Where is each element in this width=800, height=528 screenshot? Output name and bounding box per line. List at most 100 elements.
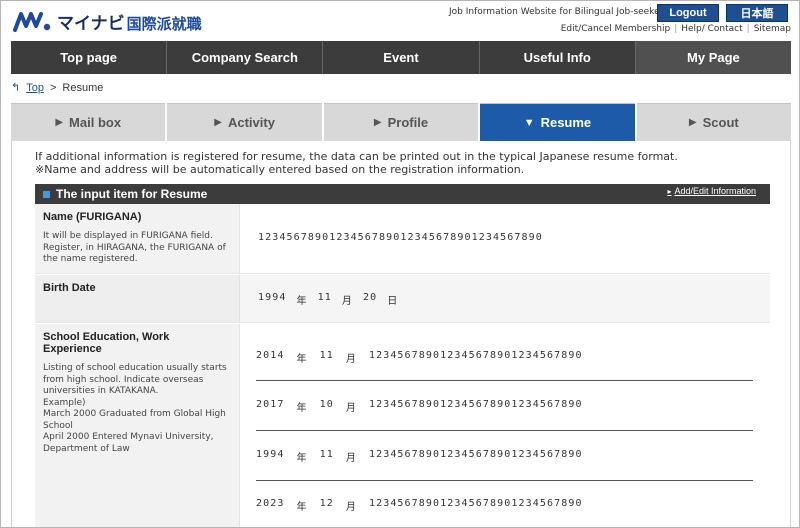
education-entry: 2017 年 10 月 1234567890123456789012345678… [256,399,583,414]
logo-name: マイナビ [57,14,125,33]
month-unit: 月 [345,354,357,365]
birth-month: 11 [317,292,332,303]
birth-date-value: 1994 年 11 月 20 日 [258,292,398,307]
japanese-language-button[interactable]: 日本語 [726,4,788,22]
education-entry: 2014 年 11 月 1234567890123456789012345678… [256,350,583,365]
nav-top-page[interactable]: Top page [11,41,168,74]
tab-scout[interactable]: ▶ Scout [636,103,792,141]
field-value-cell: 1994 年 11 月 20 日 [240,275,770,322]
entry-year: 2017 [256,399,285,410]
nav-event[interactable]: Event [323,41,480,74]
birth-date-row: Birth Date 1994 年 11 月 20 日 [35,275,770,323]
nav-useful-info[interactable]: Useful Info [480,41,636,74]
tab-profile[interactable]: ▶ Profile [323,103,479,141]
add-edit-label: Add/Edit Information [674,186,756,196]
year-unit: 年 [296,296,308,307]
month-unit: 月 [345,502,357,513]
name-furigana-row: Name (FURIGANA) It will be displayed in … [35,204,770,274]
entry-text: 123456789012345678901234567890 [368,498,583,509]
tab-label: Mail box [69,115,122,130]
nav-company-search[interactable]: Company Search [167,41,324,74]
description-line: April 2000 Entered Mynavi University, De… [43,432,214,454]
intro-line-2: ※Name and address will be automatically … [35,163,525,176]
section-header: The input item for Resume ▸ Add/Edit Info… [35,184,770,204]
tab-label: Profile [387,115,429,130]
description-line: Example) [43,397,86,408]
entry-year: 2014 [256,350,285,361]
intro-line-1: If additional information is registered … [35,150,678,163]
triangle-down-icon: ▼ [523,116,535,129]
help-contact-link[interactable]: Help/ Contact [681,24,742,34]
field-value-cell: 2014 年 11 月 1234567890123456789012345678… [240,324,770,527]
page-frame: マイナビ 国際派就職 Job Information Website for Bi… [0,0,800,528]
year-unit: 年 [296,502,308,513]
name-furigana-value: 1234567890123456789012345678901234567890 [258,232,543,243]
sitemap-link[interactable]: Sitemap [754,24,791,34]
description-line: Listing of school education usually star… [43,363,227,396]
field-label-cell: Name (FURIGANA) It will be displayed in … [35,204,240,273]
education-entry: 2023 年 12 月 1234567890123456789012345678… [256,498,583,513]
logo[interactable]: マイナビ 国際派就職 [13,9,202,34]
entry-month: 11 [319,449,334,460]
main-nav: Top page Company Search Event Useful Inf… [11,41,792,74]
top-links: Edit/Cancel Membership | Help/ Contact |… [561,24,791,34]
field-description: It will be displayed in FURIGANA field. … [43,231,226,264]
education-entry: 1994 年 11 月 1234567890123456789012345678… [256,449,583,464]
field-label-cell: School Education, Work Experience Listin… [35,324,240,527]
edit-membership-link[interactable]: Edit/Cancel Membership [561,24,670,34]
triangle-right-icon: ▶ [214,117,222,128]
section-title: The input item for Resume [56,187,208,201]
month-unit: 月 [345,453,357,464]
entry-year: 2023 [256,498,285,509]
field-value-cell: 1234567890123456789012345678901234567890 [240,204,770,273]
logo-text: マイナビ 国際派就職 [57,9,202,34]
field-label: School Education, Work Experience [43,331,170,355]
entry-text: 123456789012345678901234567890 [368,399,583,410]
entry-divider [256,380,753,381]
tab-activity[interactable]: ▶ Activity [167,103,322,141]
return-arrow-icon: ↰ [11,82,21,94]
separator: | [746,24,750,34]
month-unit: 月 [345,403,357,414]
year-unit: 年 [296,453,308,464]
intro-text: If additional information is registered … [35,150,678,176]
year-unit: 年 [296,354,308,365]
tab-resume[interactable]: ▼ Resume [480,103,635,141]
entry-month: 12 [319,498,334,509]
site-header: マイナビ 国際派就職 Job Information Website for Bi… [1,1,799,41]
breadcrumb-separator: > [49,81,57,94]
entry-month: 10 [319,399,334,410]
field-description: Listing of school education usually star… [43,363,231,455]
tab-label: Resume [540,115,592,130]
mypage-tabs: ▶ Mail box ▶ Activity ▶ Profile ▼ Resume ▶ Sc… [11,103,792,141]
triangle-right-icon: ▶ [688,117,697,128]
resume-content: If additional information is registered … [11,141,791,527]
breadcrumb-current: Resume [62,81,104,94]
triangle-right-icon: ▶ [55,117,64,128]
add-edit-information-link[interactable]: ▸ Add/Edit Information [667,186,756,196]
logo-sub: 国際派就職 [126,16,202,33]
birth-day: 20 [362,292,378,303]
mynavi-logo-icon [13,11,51,32]
square-bullet-icon [43,190,50,198]
entry-text: 123456789012345678901234567890 [368,449,583,460]
logout-button[interactable]: Logout [657,4,719,22]
arrow-right-icon: ▸ [667,186,672,196]
tab-mail-box[interactable]: ▶ Mail box [11,103,166,141]
tab-label: Activity [227,115,275,130]
triangle-right-icon: ▶ [373,117,382,128]
year-unit: 年 [296,403,308,414]
breadcrumb: ↰ Top > Resume [11,81,104,95]
field-label: Name (FURIGANA) [43,211,142,223]
breadcrumb-top-link[interactable]: Top [26,82,44,94]
day-unit: 日 [387,296,399,307]
field-label: Birth Date [43,282,96,294]
birth-year: 1994 [258,292,287,303]
education-experience-row: School Education, Work Experience Listin… [35,324,770,527]
description-line: March 2000 Graduated from Global High Sc… [43,409,226,431]
nav-my-page[interactable]: My Page [635,41,792,74]
separator: | [674,24,678,34]
field-label-cell: Birth Date [35,275,240,322]
entry-year: 1994 [256,449,285,460]
entry-text: 123456789012345678901234567890 [368,350,583,361]
